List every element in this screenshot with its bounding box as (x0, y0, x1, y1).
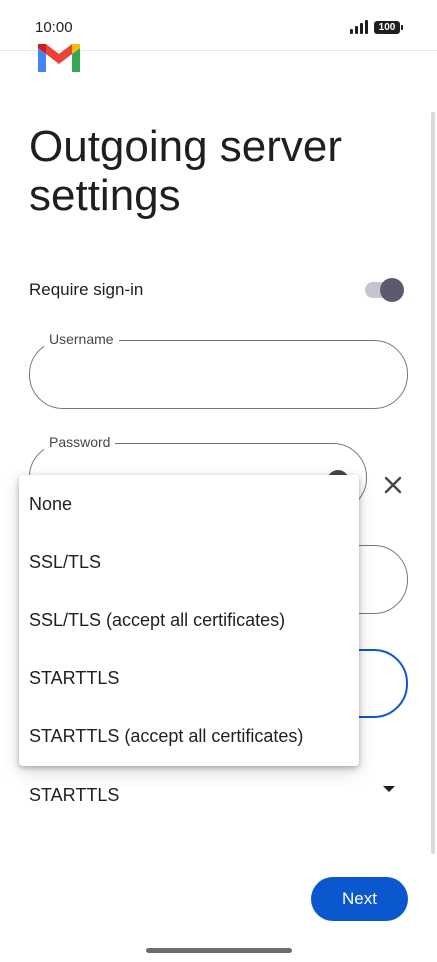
password-label: Password (44, 434, 116, 450)
status-time: 10:00 (35, 19, 73, 36)
menu-item-none[interactable]: None (19, 475, 359, 533)
menu-item-ssl-tls-accept-all[interactable]: SSL/TLS (accept all certificates) (19, 591, 359, 649)
toggle-thumb (380, 278, 404, 302)
menu-item-starttls[interactable]: STARTTLS (19, 649, 359, 707)
page-title: Outgoing server settings (29, 122, 343, 220)
battery-icon: 100 (374, 21, 403, 34)
menu-item-ssl-tls[interactable]: SSL/TLS (19, 533, 359, 591)
security-type-menu: None SSL/TLS SSL/TLS (accept all certifi… (19, 475, 359, 766)
require-signin-toggle[interactable] (365, 278, 404, 302)
chevron-down-icon[interactable] (382, 784, 396, 794)
signal-icon (350, 20, 370, 34)
require-signin-label: Require sign-in (29, 280, 144, 299)
battery-level: 100 (378, 22, 396, 33)
security-type-value[interactable]: STARTTLS (29, 785, 119, 806)
close-icon[interactable] (382, 474, 404, 496)
username-label: Username (44, 331, 119, 347)
home-indicator[interactable] (146, 948, 292, 953)
username-field[interactable]: Username (29, 331, 408, 409)
next-button[interactable]: Next (311, 877, 408, 921)
gmail-logo (38, 44, 80, 72)
menu-item-starttls-accept-all[interactable]: STARTTLS (accept all certificates) (19, 707, 359, 765)
scrollbar[interactable] (431, 112, 435, 854)
